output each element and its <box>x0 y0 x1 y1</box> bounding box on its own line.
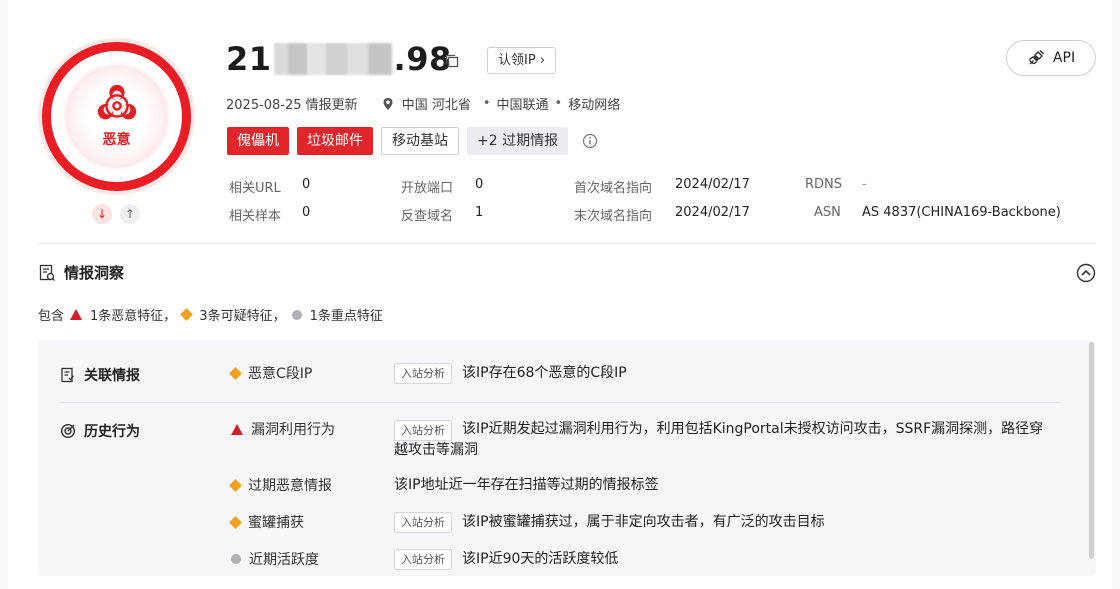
stat-last-domain: 末次域名指向 2024/02/17 <box>574 205 750 224</box>
copy-icon[interactable] <box>444 53 460 69</box>
tag-expired-more[interactable]: +2 过期情报 <box>467 127 569 155</box>
biohazard-icon <box>97 84 137 120</box>
stat-first-domain: 首次域名指向 2024/02/17 <box>574 177 750 196</box>
insight-panel: 关联情报 历史行为 恶意C段IP 入站分析 该IP存在68个恶意的C段IP 漏洞… <box>38 340 1096 576</box>
insight-summary: 包含 1条恶意特征， 3条可疑特征， 1条重点特征 <box>38 308 383 324</box>
feature-item[interactable]: 恶意C段IP <box>229 363 312 383</box>
key-dot-icon <box>231 554 241 564</box>
intel-doc-icon <box>61 367 74 383</box>
collapse-up-icon[interactable] <box>1076 263 1096 283</box>
report-icon <box>39 264 55 281</box>
category-related-intel: 关联情报 <box>60 365 140 385</box>
ip-detail-card: 恶意 ↓ ↑ 21 .98 认领IP › API 2025-08-25 情报更新… <box>8 0 1112 589</box>
network-type: 移动网络 <box>568 98 621 113</box>
feature-description: 该IP被蜜罐捕获过，属于非定向攻击者，有广泛的攻击目标 <box>462 514 825 530</box>
target-icon <box>60 423 76 439</box>
updated-date: 2025-08-25 情报更新 <box>226 98 358 113</box>
stat-rdns: RDNS - <box>805 177 867 192</box>
tag-botnet[interactable]: 傀儡机 <box>227 127 289 155</box>
category-history: 历史行为 <box>60 421 140 441</box>
feature-description: 该IP存在68个恶意的C段IP <box>462 365 627 381</box>
verdict-label: 恶意 <box>102 132 131 148</box>
plug-icon <box>1029 50 1044 65</box>
feature-item[interactable]: 漏洞利用行为 <box>231 419 335 439</box>
location-pin-icon <box>383 97 393 110</box>
inbound-analysis-button[interactable]: 入站分析 <box>394 363 452 384</box>
tag-list: 傀儡机 垃圾邮件 移动基站 +2 过期情报 <box>227 127 598 155</box>
suspicious-diamond-icon <box>229 478 242 492</box>
upvote-button[interactable]: ↑ <box>120 204 140 224</box>
panel-scrollbar[interactable] <box>1089 342 1094 559</box>
ip-address: 21 .98 <box>226 40 452 78</box>
insight-section-title: 情报洞察 <box>38 262 124 283</box>
feature-description: 该IP近90天的活跃度较低 <box>462 551 619 567</box>
stat-asn: ASN AS 4837(CHINA169-Backbone) <box>814 205 1061 220</box>
arrow-up-icon: ↑ <box>124 207 136 221</box>
stat-related-url[interactable]: 相关URL 0 <box>229 177 310 196</box>
inbound-analysis-button[interactable]: 入站分析 <box>394 549 452 570</box>
meta-line: 2025-08-25 情报更新 中国 河北省 • 中国联通 • 移动网络 <box>226 96 621 113</box>
inbound-analysis-button[interactable]: 入站分析 <box>394 512 452 533</box>
isp: 中国联通 <box>496 98 549 113</box>
arrow-down-icon: ↓ <box>96 207 108 221</box>
suspicious-diamond-icon <box>229 366 242 380</box>
suspicious-diamond-icon <box>229 515 242 529</box>
stat-reverse-domain[interactable]: 反查域名 1 <box>401 205 483 224</box>
feature-item[interactable]: 近期活跃度 <box>231 549 319 569</box>
chevron-right-icon: › <box>539 53 546 68</box>
tag-spam[interactable]: 垃圾邮件 <box>297 127 373 155</box>
feature-item[interactable]: 蜜罐捕获 <box>229 512 304 532</box>
claim-ip-button[interactable]: 认领IP › <box>487 47 557 74</box>
feature-item[interactable]: 过期恶意情报 <box>229 475 332 495</box>
key-dot-icon <box>291 309 302 320</box>
malicious-triangle-icon <box>231 423 243 435</box>
location: 中国 河北省 <box>401 98 471 113</box>
stat-open-ports[interactable]: 开放端口 0 <box>401 177 483 196</box>
downvote-button[interactable]: ↓ <box>92 204 112 224</box>
tag-mobile-base-station[interactable]: 移动基站 <box>381 127 459 155</box>
suspicious-diamond-icon <box>180 308 194 321</box>
stat-related-sample[interactable]: 相关样本 0 <box>229 205 310 224</box>
ip-mask <box>273 43 392 75</box>
malicious-triangle-icon <box>70 309 83 320</box>
feature-description: 该IP近期发起过漏洞利用行为，利用包括KingPortal未授权访问攻击，SSR… <box>394 421 1044 458</box>
divider <box>38 243 1096 244</box>
info-icon[interactable] <box>582 133 598 149</box>
verdict-badge: 恶意 <box>38 38 195 195</box>
api-button[interactable]: API <box>1006 40 1096 76</box>
feature-description: 该IP地址近一年存在扫描等过期的情报标签 <box>394 477 659 493</box>
panel-divider <box>60 402 1060 403</box>
